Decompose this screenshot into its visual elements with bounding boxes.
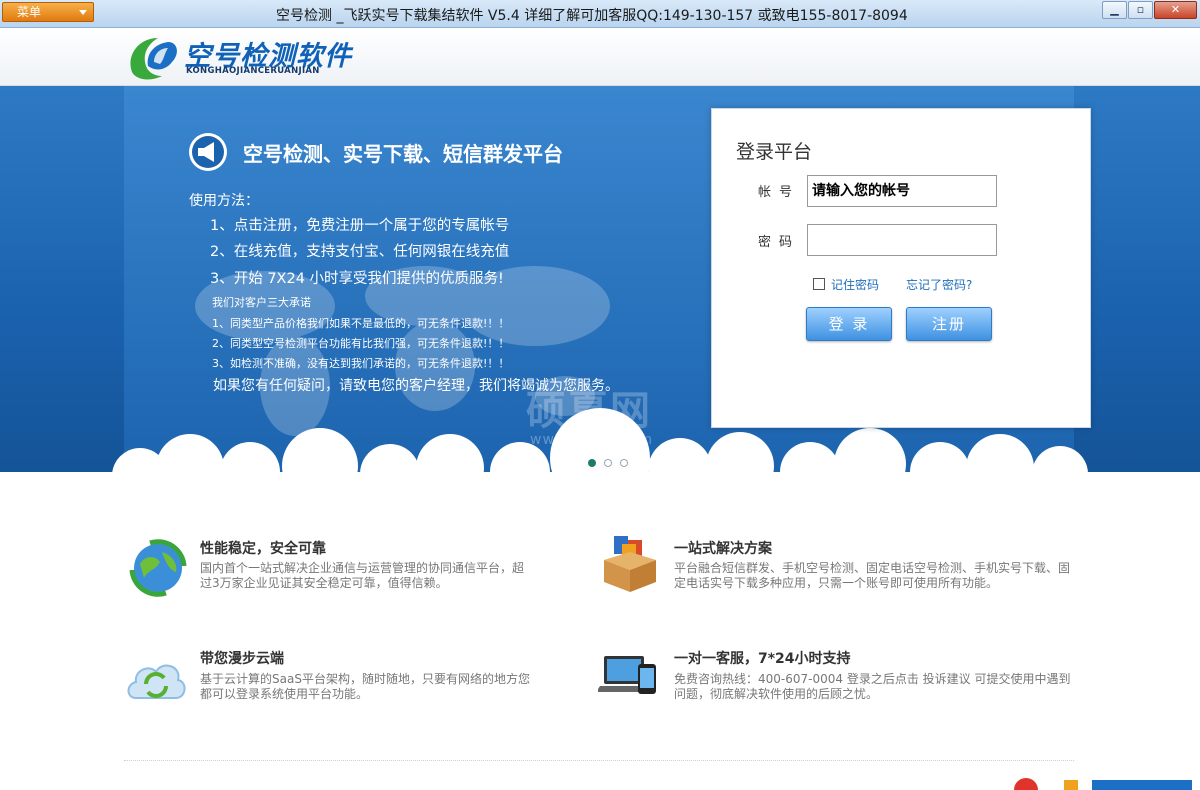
feature-description: 国内首个一站式解决企业通信与运营管理的协同通信平台，超过3万家企业见证其安全稳定… — [200, 561, 525, 590]
chevron-down-icon — [79, 10, 87, 15]
register-button[interactable]: 注册 — [906, 307, 992, 341]
login-button[interactable]: 登 录 — [806, 307, 892, 341]
promise-item: 3、如检测不准确，没有达到我们承诺的，可无条件退款!！！ — [212, 357, 510, 370]
logo-icon — [130, 38, 177, 80]
cloud-sync-icon — [127, 664, 186, 699]
account-label: 帐号 — [758, 185, 801, 200]
usage-heading: 使用方法： — [189, 193, 259, 209]
slider-dot[interactable] — [604, 459, 612, 467]
password-label: 密码 — [758, 235, 801, 250]
feature-title: 带您漫步云端 — [200, 651, 284, 667]
feature-title: 一对一客服，7*24小时支持 — [674, 651, 851, 667]
usage-step: 2、在线充值，支持支付宝、任何网银在线充值 — [210, 244, 510, 260]
promise-heading: 我们对客户三大承诺 — [212, 296, 311, 309]
close-button[interactable]: ✕ — [1154, 1, 1197, 19]
login-title: 登录平台 — [736, 141, 813, 163]
slider-dots — [588, 452, 636, 471]
promise-item: 1、同类型产品价格我们如果不是最低的，可无条件退款!！！ — [212, 317, 510, 330]
globe-refresh-icon — [129, 539, 187, 597]
logo-subtitle: KONGHAOJIANCERUANJIAN — [186, 66, 320, 76]
forgot-password-link[interactable]: 忘记了密码? — [906, 276, 972, 293]
office-box-icon — [604, 536, 656, 592]
slider-dot[interactable] — [620, 459, 628, 467]
laptop-phone-icon — [598, 656, 656, 694]
menu-button[interactable]: 菜单 — [2, 2, 94, 22]
megaphone-icon — [189, 133, 227, 171]
feature-title: 性能稳定，安全可靠 — [200, 541, 326, 557]
promise-item: 2、同类型空号检测平台功能有比我们强，可无条件退款!！！ — [212, 337, 510, 350]
banner-title: 空号检测、实号下载、短信群发平台 — [243, 142, 563, 166]
remember-label[interactable]: 记住密码 — [831, 276, 879, 293]
password-input[interactable] — [807, 224, 997, 256]
account-input[interactable]: 请输入您的帐号 — [807, 175, 997, 207]
window-titlebar: 菜单 空号检测 _飞跃实号下载集结软件 V5.4 详细了解可加客服QQ:149-… — [0, 0, 1200, 28]
usage-step: 1、点击注册，免费注册一个属于您的专属帐号 — [210, 218, 510, 234]
remember-checkbox[interactable] — [813, 278, 825, 290]
usage-step: 3、开始 7X24 小时享受我们提供的优质服务! — [210, 271, 504, 287]
login-panel: 登录平台 帐号 请输入您的帐号 密码 记住密码 忘记了密码? 登 录 注册 — [711, 108, 1091, 428]
minimize-button[interactable]: ▁ — [1102, 1, 1127, 19]
maximize-button[interactable]: ▫ — [1128, 1, 1153, 19]
feature-title: 一站式解决方案 — [674, 541, 772, 557]
feature-description: 免费咨询热线：400-607-0004 登录之后点击 投诉建议 可提交使用中遇到… — [674, 672, 1071, 701]
corner-logo-icon — [1014, 778, 1192, 790]
footer-divider — [124, 760, 1074, 761]
feature-description: 平台融合短信群发、手机空号检测、固定电话空号检测、手机实号下载、固定电话实号下载… — [674, 561, 1071, 590]
app-header: 空号检测软件 KONGHAOJIANCERUANJIAN — [0, 28, 1200, 86]
menu-label: 菜单 — [17, 5, 42, 19]
feature-description: 基于云计算的SaaS平台架构，随时随地，只要有网络的地方您都可以登录系统使用平台… — [200, 672, 530, 701]
slider-dot[interactable] — [588, 459, 596, 467]
window-title: 空号检测 _飞跃实号下载集结软件 V5.4 详细了解可加客服QQ:149-130… — [276, 8, 908, 24]
